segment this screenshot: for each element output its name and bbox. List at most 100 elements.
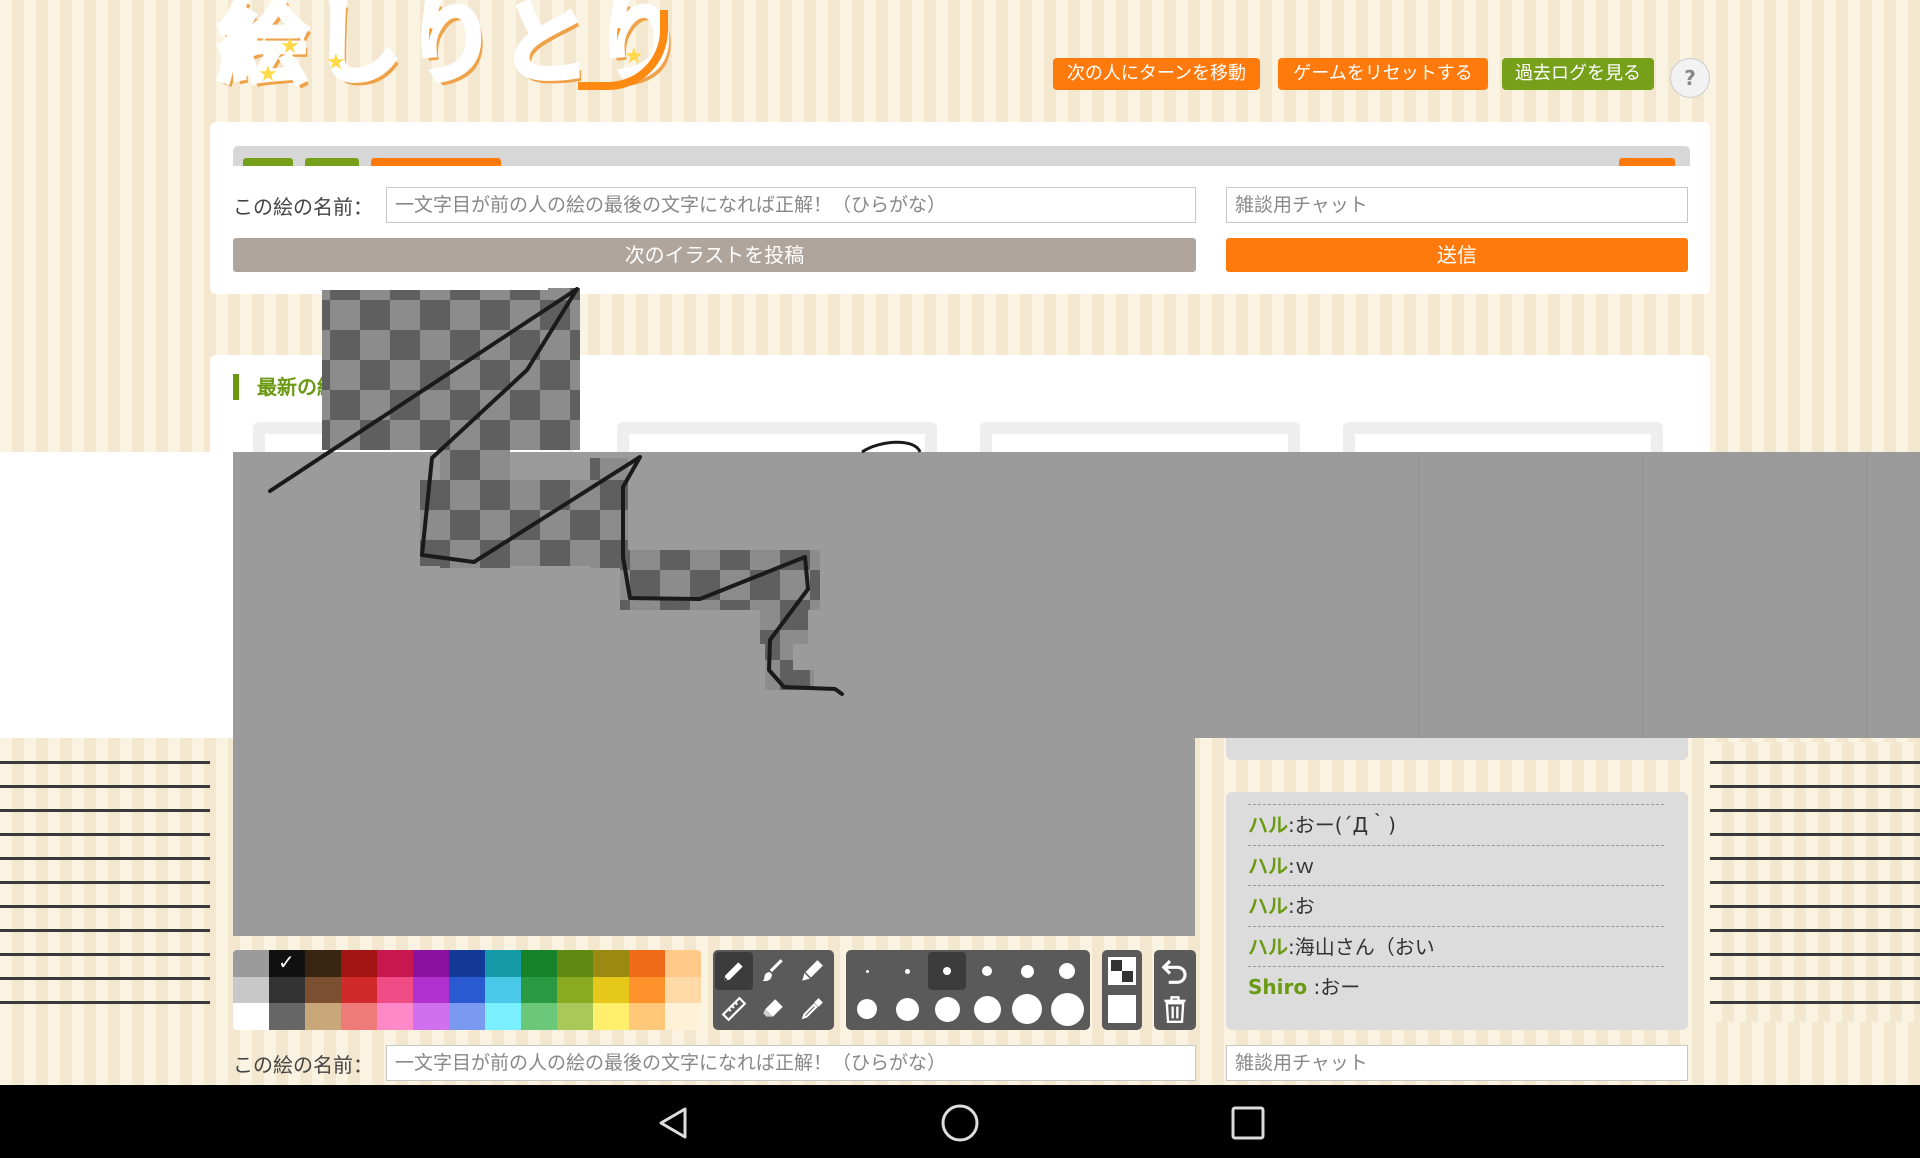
color-swatch[interactable] — [449, 1003, 485, 1030]
help-button[interactable]: ? — [1670, 58, 1710, 98]
color-swatch[interactable] — [557, 976, 593, 1004]
color-swatch[interactable] — [377, 1003, 413, 1030]
divider — [1866, 452, 1867, 738]
drawing-canvas[interactable] — [233, 452, 1195, 936]
color-swatch[interactable] — [305, 1003, 341, 1030]
color-swatch[interactable] — [413, 950, 449, 977]
chat-message: ハル:海山さん（おい — [1248, 925, 1664, 966]
color-swatch[interactable] — [485, 976, 521, 1004]
eyedropper-icon[interactable] — [793, 990, 831, 1028]
size-option[interactable] — [888, 952, 926, 990]
brush-icon[interactable] — [754, 952, 792, 990]
ruler-icon[interactable] — [715, 990, 753, 1028]
brush-size-group — [846, 950, 1090, 1030]
chat-author: ハル — [1248, 894, 1288, 918]
chat-input-bottom[interactable] — [1226, 1045, 1688, 1081]
color-swatch[interactable] — [233, 950, 269, 977]
color-swatch[interactable] — [665, 950, 701, 977]
recent-apps-icon[interactable] — [1228, 1103, 1268, 1143]
color-swatch[interactable] — [269, 1003, 305, 1030]
color-swatch[interactable] — [557, 950, 593, 977]
color-swatch[interactable] — [629, 976, 665, 1004]
color-swatch[interactable] — [665, 976, 701, 1004]
eraser-icon[interactable] — [754, 990, 792, 1028]
color-swatch[interactable] — [629, 950, 665, 977]
undo-icon[interactable] — [1156, 952, 1194, 990]
chat-input[interactable] — [1226, 187, 1688, 223]
logo: 絵しりとり ★ ★ ★ ★ — [216, 0, 687, 100]
color-swatch[interactable] — [521, 950, 557, 977]
next-turn-button[interactable]: 次の人にターンを移動 — [1053, 58, 1260, 90]
size-option[interactable] — [1048, 952, 1086, 990]
color-swatch[interactable] — [269, 976, 305, 1004]
color-swatch[interactable] — [341, 976, 377, 1004]
size-option[interactable] — [928, 952, 966, 990]
color-swatch[interactable] — [485, 950, 521, 977]
color-swatch[interactable] — [593, 1003, 629, 1030]
size-option[interactable] — [888, 990, 926, 1028]
size-option[interactable] — [848, 952, 886, 990]
illustration-name-input-bottom[interactable] — [386, 1045, 1196, 1081]
color-swatch[interactable] — [629, 1003, 665, 1030]
transparent-fill-icon[interactable] — [1103, 952, 1141, 990]
back-icon[interactable] — [653, 1103, 693, 1143]
checkmark-icon: ✓ — [278, 950, 295, 974]
post-illustration-button[interactable]: 次のイラストを投稿 — [233, 238, 1196, 272]
white-fill-icon[interactable] — [1103, 990, 1141, 1028]
color-swatch[interactable] — [377, 976, 413, 1004]
chat-separator: : — [1307, 975, 1321, 999]
color-palette: ✓ — [233, 950, 701, 1030]
illustration-name-input[interactable] — [386, 187, 1196, 223]
size-option[interactable] — [1008, 952, 1046, 990]
chat-separator: : — [1288, 813, 1295, 837]
collapsed-toolbar-strip — [233, 146, 1690, 166]
send-chat-button[interactable]: 送信 — [1226, 238, 1688, 272]
color-swatch[interactable] — [413, 1003, 449, 1030]
chat-message: ハル:おー(´Д｀) — [1248, 804, 1664, 844]
pen-tool-group — [713, 950, 834, 1030]
chat-text: おー(´Д｀) — [1294, 813, 1396, 837]
color-swatch[interactable] — [413, 976, 449, 1004]
color-swatch[interactable] — [305, 950, 341, 977]
home-icon[interactable] — [940, 1103, 980, 1143]
trash-icon[interactable] — [1156, 990, 1194, 1028]
color-swatch[interactable] — [449, 950, 485, 977]
size-option[interactable] — [968, 952, 1006, 990]
size-option[interactable] — [1048, 990, 1086, 1028]
color-swatch[interactable] — [557, 1003, 593, 1030]
marker-icon[interactable] — [793, 952, 831, 990]
color-swatch[interactable] — [593, 976, 629, 1004]
star-icon: ★ — [258, 62, 278, 87]
color-swatch[interactable] — [593, 950, 629, 977]
color-swatch[interactable] — [521, 1003, 557, 1030]
pencil-icon[interactable] — [715, 952, 753, 990]
color-swatch[interactable] — [485, 1003, 521, 1030]
chat-text: 海山さん（おい — [1294, 934, 1435, 959]
divider — [1418, 452, 1419, 738]
chat-separator: : — [1288, 853, 1295, 878]
reset-game-button[interactable]: ゲームをリセットする — [1278, 58, 1488, 90]
divider — [1642, 452, 1643, 738]
size-option[interactable] — [1008, 990, 1046, 1028]
strip-tag — [305, 158, 359, 166]
strip-tag — [1619, 158, 1675, 166]
color-swatch[interactable] — [305, 976, 341, 1004]
color-swatch[interactable] — [521, 976, 557, 1004]
chat-text: おー — [1320, 975, 1361, 999]
left-background-band — [0, 742, 210, 1022]
strip-tag — [243, 158, 293, 166]
color-swatch[interactable]: ✓ — [269, 950, 305, 977]
color-swatch[interactable] — [665, 1003, 701, 1030]
past-log-button[interactable]: 過去ログを見る — [1502, 58, 1654, 90]
size-option[interactable] — [848, 990, 886, 1028]
size-option[interactable] — [968, 990, 1006, 1028]
color-swatch[interactable] — [233, 976, 269, 1004]
color-swatch[interactable] — [233, 1003, 269, 1030]
color-swatch[interactable] — [341, 1003, 377, 1030]
color-swatch[interactable] — [449, 976, 485, 1004]
color-swatch[interactable] — [341, 950, 377, 977]
color-swatch[interactable] — [377, 950, 413, 977]
chat-author: ハル — [1248, 813, 1288, 837]
size-option[interactable] — [928, 990, 966, 1028]
chat-message: ハル:ｗ — [1248, 844, 1664, 885]
